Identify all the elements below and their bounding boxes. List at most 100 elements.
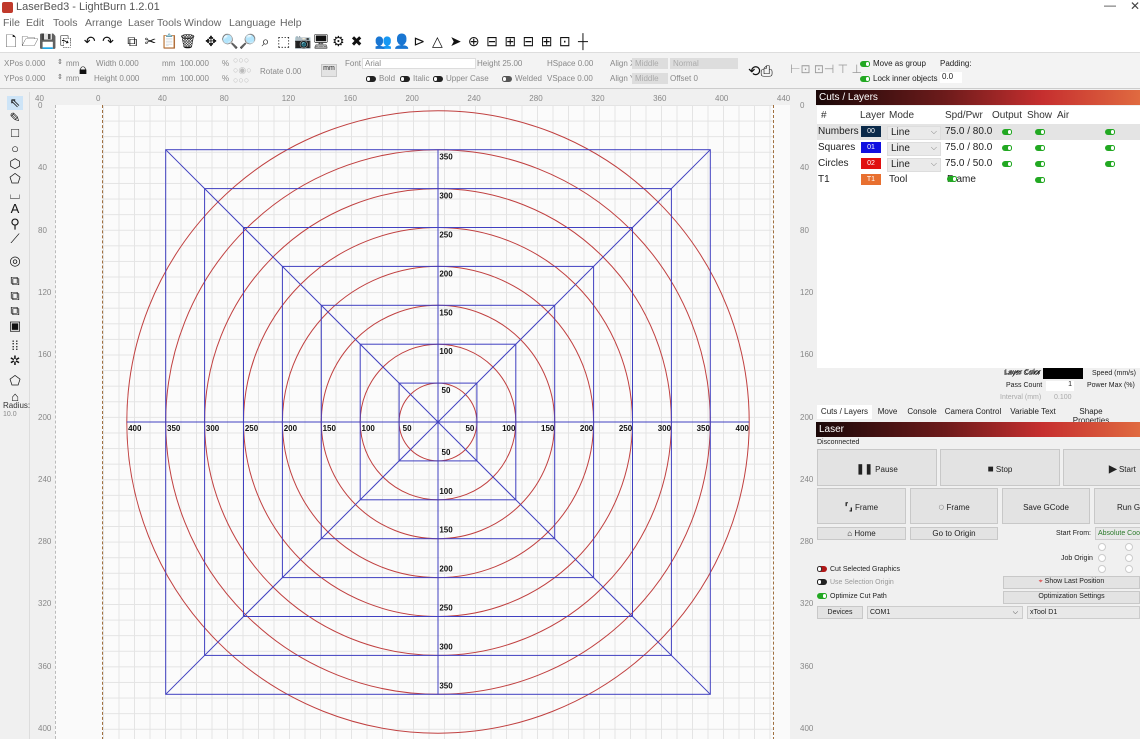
output-toggle[interactable]: [1002, 161, 1012, 167]
text-height-input[interactable]: 25.00: [502, 59, 522, 68]
target-icon[interactable]: ⊕: [466, 33, 482, 49]
send-icon[interactable]: ➤: [448, 33, 464, 49]
hspace-input[interactable]: 0.00: [578, 59, 594, 68]
start-from-select[interactable]: Absolute Coor: [1095, 527, 1140, 540]
output-toggle[interactable]: [1002, 129, 1012, 135]
job-origin-radio[interactable]: [1098, 543, 1106, 551]
show-last-position-button[interactable]: ⌖ Show Last Position: [1003, 576, 1140, 589]
air-toggle[interactable]: [1105, 161, 1115, 167]
output-frame-toggle[interactable]: Frame: [947, 174, 976, 185]
frame-select-icon[interactable]: ⬚: [276, 33, 292, 49]
welded-toggle[interactable]: Welded: [515, 74, 542, 83]
delete-icon[interactable]: 🗑: [179, 33, 195, 49]
monitor-icon[interactable]: 🖥: [312, 33, 328, 49]
optimize-cut-path-toggle[interactable]: Optimize Cut Path: [830, 593, 887, 600]
distribute-v-icon[interactable]: ⊞: [539, 33, 555, 49]
layer-row[interactable]: Squares01Line75.0 / 80.0: [817, 140, 1140, 156]
mm-button[interactable]: mm: [321, 64, 337, 77]
move-as-group-toggle[interactable]: Move as group: [873, 59, 926, 68]
tools-icon[interactable]: ✖: [349, 33, 365, 49]
interval-input[interactable]: 0.100: [1054, 394, 1072, 401]
offset-tool-icon[interactable]: ◎: [7, 254, 23, 268]
save-icon[interactable]: 💾: [39, 33, 55, 49]
device-select[interactable]: xTool D1: [1027, 606, 1140, 619]
run-gcode-button[interactable]: Run G: [1094, 488, 1140, 524]
menu-arrange[interactable]: Arrange: [85, 17, 122, 29]
copy-icon[interactable]: ⧉: [124, 33, 140, 49]
show-toggle[interactable]: [1035, 161, 1045, 167]
align-left-icon[interactable]: ⊟: [484, 33, 500, 49]
minimize-button[interactable]: —: [1104, 0, 1116, 12]
boolean-intersect-tool-icon[interactable]: ⧉: [7, 304, 23, 318]
ellipse-tool-icon[interactable]: ○: [7, 142, 23, 156]
pause-button[interactable]: ❚❚ Pause: [817, 449, 937, 486]
position-marker-tool-icon[interactable]: ⚲: [7, 217, 23, 231]
tab-move[interactable]: Move: [873, 405, 902, 419]
show-toggle[interactable]: [1035, 129, 1045, 135]
cut-selected-toggle[interactable]: Cut Selected Graphics: [830, 566, 900, 573]
new-file-icon[interactable]: 🗋: [3, 33, 19, 49]
zoom-fit-icon[interactable]: ⌕: [258, 33, 274, 49]
center-mark-icon[interactable]: ┼: [575, 33, 591, 49]
save-gcode-button[interactable]: Save GCode: [1002, 488, 1090, 524]
boolean-union-tool-icon[interactable]: ⧉: [7, 274, 23, 288]
bold-toggle[interactable]: Bold: [379, 74, 395, 83]
menu-tools[interactable]: Tools: [53, 17, 78, 29]
pass-count-input[interactable]: 1: [1046, 381, 1074, 391]
text-mode-select[interactable]: Normal: [670, 58, 738, 69]
lock-inner-toggle[interactable]: Lock inner objects: [873, 74, 937, 83]
job-origin-radio[interactable]: [1125, 565, 1133, 573]
job-origin-radio[interactable]: [1125, 543, 1133, 551]
menu-help[interactable]: Help: [280, 17, 302, 29]
font-select[interactable]: Arial: [362, 58, 476, 69]
align-x-select[interactable]: Middle: [632, 58, 668, 69]
circular-array-tool-icon[interactable]: ✲: [7, 354, 23, 368]
tab-camera-control[interactable]: Camera Control: [942, 405, 1004, 419]
show-toggle[interactable]: [1035, 145, 1045, 151]
tab-shape-properties[interactable]: Shape Properties: [1061, 405, 1121, 419]
paste-icon[interactable]: 📋: [161, 33, 177, 49]
mirror-h-icon[interactable]: ⊳: [411, 33, 427, 49]
layer-row[interactable]: Numbers00Line75.0 / 80.0: [817, 124, 1140, 140]
redo-icon[interactable]: ↷: [100, 33, 116, 49]
cut-icon[interactable]: ✂: [142, 33, 158, 49]
xpos-input[interactable]: 0.000: [25, 59, 45, 68]
xpos-spinner[interactable]: ⇕: [57, 58, 63, 66]
tab-cuts-layers[interactable]: Cuts / Layers: [817, 405, 872, 419]
import-icon[interactable]: ⎘: [58, 33, 74, 49]
zoom-in-icon[interactable]: 🔍: [221, 33, 237, 49]
anchor-grid[interactable]: ○○○○◉○○○○: [233, 55, 252, 85]
start-button[interactable]: ▶ Start: [1063, 449, 1140, 486]
stop-button[interactable]: ■ Stop: [940, 449, 1060, 486]
use-selection-origin-toggle[interactable]: Use Selection Origin: [830, 579, 894, 586]
vspace-input[interactable]: 0.00: [577, 74, 593, 83]
ypos-spinner[interactable]: ⇕: [57, 73, 63, 81]
align-icons[interactable]: ⊢⊡ ⊡⊣ ⊤ ⊥: [790, 62, 862, 76]
layer-row[interactable]: T1T1ToolFrame: [817, 172, 1140, 188]
distribute-h-icon[interactable]: ⊟: [520, 33, 536, 49]
offset-input[interactable]: 0: [693, 74, 697, 83]
scale-width-input[interactable]: 100.000: [180, 59, 209, 68]
mirror-v-icon[interactable]: △: [429, 33, 445, 49]
design-canvas[interactable]: 5050100100150150200200250250300300350350…: [55, 105, 790, 739]
job-origin-radio[interactable]: [1098, 565, 1106, 573]
output-toggle[interactable]: [1002, 145, 1012, 151]
menu-edit[interactable]: Edit: [26, 17, 44, 29]
align-spaced-icon[interactable]: ⊡: [557, 33, 573, 49]
rectangle-tool-icon[interactable]: □: [7, 126, 23, 140]
zoom-out-icon[interactable]: 🔎: [239, 33, 255, 49]
undo-icon[interactable]: ↶: [82, 33, 98, 49]
menu-window[interactable]: Window: [184, 17, 221, 29]
port-select[interactable]: COM1⌵: [867, 606, 1023, 619]
home-button[interactable]: ⌂ Home: [817, 527, 906, 540]
show-toggle[interactable]: [1035, 177, 1045, 183]
boolean-subtract-tool-icon[interactable]: ⧉: [7, 289, 23, 303]
open-folder-icon[interactable]: 🗁: [21, 33, 37, 49]
optimization-settings-button[interactable]: Optimization Settings: [1003, 591, 1140, 604]
radius-input[interactable]: 10.0: [3, 411, 17, 418]
layer-color-chip[interactable]: 00: [861, 126, 881, 137]
measure-tool-icon[interactable]: ⟋: [7, 232, 23, 246]
weld-tool-icon[interactable]: ▣: [7, 319, 23, 333]
devices-button[interactable]: Devices: [817, 606, 863, 619]
menu-laser-tools[interactable]: Laser Tools: [128, 17, 182, 29]
